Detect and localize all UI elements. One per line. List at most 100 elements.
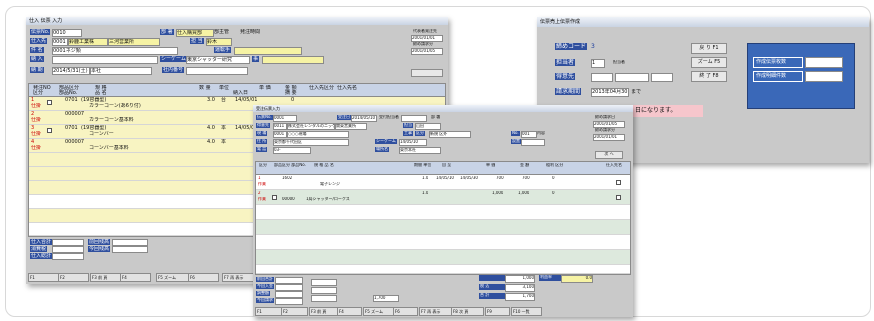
slip-no-field[interactable]: 0001: [273, 115, 297, 122]
fkey-f5[interactable]: F5 ズーム: [156, 273, 189, 282]
supplier-branch-field[interactable]: 三河営業所: [108, 38, 160, 46]
subtotal-field: [311, 279, 337, 286]
row-unit: 本: [221, 139, 227, 145]
side-field-d[interactable]: 2001/01/01: [593, 134, 625, 141]
row-checkbox[interactable]: [616, 180, 621, 185]
site-name-field[interactable]: ○○○現場: [287, 131, 349, 138]
due-date-field[interactable]: 2014/5/31(土): [52, 67, 90, 75]
col-header: 区分: [33, 90, 44, 96]
row-price: 1,000: [492, 191, 504, 195]
row-type: 仕掛: [31, 117, 42, 123]
customer-name-field[interactable]: 株式会社レンタルのニッケン: [287, 123, 335, 130]
internal-no-field[interactable]: [186, 67, 248, 75]
site-code-field[interactable]: 0001: [273, 131, 287, 138]
slip-no-field[interactable]: 0010: [52, 29, 82, 37]
fkey-f5[interactable]: F5 ズーム: [363, 307, 394, 316]
next-button[interactable]: 次 へ: [595, 151, 623, 159]
row-checkbox[interactable]: [47, 128, 52, 133]
row-amount: 700: [522, 176, 530, 180]
exit-button[interactable]: 終 了 F8: [691, 71, 727, 82]
fkey-f1[interactable]: F1: [255, 307, 282, 316]
delivery-field[interactable]: [52, 56, 158, 64]
zoom-button[interactable]: ズーム F5: [691, 57, 727, 68]
row-checkbox[interactable]: [47, 100, 52, 105]
window-titlebar: 受注伝票入力: [253, 105, 633, 112]
fkey-f7[interactable]: F7 再 表示: [419, 307, 452, 316]
side-field-b[interactable]: 2001/01/01: [411, 35, 443, 42]
col-header: 単 価: [486, 163, 496, 167]
work-field[interactable]: [262, 56, 324, 64]
fkey-f2[interactable]: F2: [281, 307, 308, 316]
order-lines-table: 区分 部品区分 部品No. 規 格 品 名 期間 単位 自 至 単 価 金 額 …: [255, 161, 631, 275]
table-row[interactable]: [256, 220, 630, 235]
table-row[interactable]: 1 作業 1602 電子レンジ 1.0 14/05/10 14/05/30 70…: [256, 175, 630, 190]
install-field[interactable]: [521, 139, 545, 146]
total-label-c: 調整額: [256, 291, 270, 296]
discount-field: [311, 287, 337, 294]
staff-field[interactable]: 鈴木: [206, 38, 232, 46]
driver-field[interactable]: [234, 47, 302, 55]
row-code: 000007: [65, 139, 85, 145]
customer-code-field[interactable]: [591, 73, 613, 82]
label-place: 場所名: [375, 147, 389, 152]
table-header: 発注NO 区分 部品区分 部品No. 規 格 品 名 数 量 単位 単 価 納入…: [29, 84, 445, 97]
order-date-field[interactable]: 2014/05/10: [351, 115, 377, 122]
customer-branch-field[interactable]: 関東営業所: [335, 123, 367, 130]
label-grand-total: 合 計: [479, 293, 505, 299]
phone-field[interactable]: 03-: [273, 147, 311, 154]
side-field-d[interactable]: 2001/01/05: [411, 48, 443, 55]
label-customer: 得意先: [555, 73, 576, 81]
fkey-f8[interactable]: F8 次 頁: [451, 307, 484, 316]
row-type: 仕掛: [31, 131, 42, 137]
customer-name-field[interactable]: [615, 73, 649, 82]
table-row[interactable]: 2 作業 00000 1局シャッター/ロークス 1.0 1,000 1,000 …: [256, 190, 630, 205]
row-price: 700: [496, 176, 504, 180]
customer-extra-field[interactable]: [651, 73, 673, 82]
category-field[interactable]: 新規 区外: [429, 131, 471, 138]
staff-field[interactable]: 1: [591, 59, 605, 68]
address-field[interactable]: 東京都千代田区: [273, 139, 349, 146]
row-checkbox[interactable]: [616, 195, 621, 200]
customer-code-field[interactable]: 0011: [273, 123, 287, 130]
fkey-f7[interactable]: F7 再 表示: [222, 273, 255, 282]
row-checkbox[interactable]: [272, 195, 277, 200]
fkey-f3[interactable]: F3 前 頁: [309, 307, 338, 316]
billing-period-field[interactable]: 2013年04月30日: [591, 88, 629, 97]
branch-field[interactable]: 本社: [90, 67, 152, 75]
back-button[interactable]: 戻 り F1: [691, 43, 727, 54]
label-internal-no: 社内番号: [162, 67, 185, 73]
site-field[interactable]: 東京シャッター研究: [186, 56, 250, 64]
fkey-f10[interactable]: F10 一覧: [511, 307, 542, 316]
no-field[interactable]: 001: [521, 131, 537, 138]
table-row[interactable]: [256, 205, 630, 220]
label-slip-count: 作成伝票枚数: [753, 57, 803, 68]
col-header: 品 名: [95, 90, 107, 96]
schedule-field[interactable]: 14/05/10: [399, 139, 427, 146]
fkey-f1[interactable]: F1: [28, 273, 59, 282]
fkey-f4[interactable]: F4: [337, 307, 362, 316]
fkey-f3[interactable]: F3 前 頁: [90, 273, 121, 282]
subject-field[interactable]: 0001ネジ類: [52, 47, 178, 55]
fkey-f2[interactable]: F2: [58, 273, 89, 282]
contact-field[interactable]: 山田: [415, 123, 441, 130]
place-field[interactable]: 東京本社: [399, 147, 441, 154]
total-label-b: 消費税: [30, 246, 48, 252]
side-field-b[interactable]: 2001/01/05: [593, 121, 625, 128]
receiver-field[interactable]: [401, 115, 427, 122]
table-row[interactable]: [256, 265, 630, 274]
order-entry-window: 受注伝票入力 伝票No. 0001 受注日 2014/05/10 受付担当者 部…: [253, 105, 633, 317]
label-schedule: シーケーム: [375, 139, 397, 144]
fkey-f4[interactable]: F4: [120, 273, 151, 282]
fkey-f9[interactable]: F9: [485, 307, 510, 316]
total-label-e: 今回残高: [88, 246, 111, 252]
department-field[interactable]: 仕入購買部: [176, 29, 214, 37]
fkey-f6[interactable]: F6: [393, 307, 418, 316]
fkey-f6[interactable]: F6: [188, 273, 219, 282]
supplier-name-field[interactable]: 鈴鹿工業株: [68, 38, 108, 46]
table-row[interactable]: [256, 235, 630, 250]
table-row[interactable]: [256, 250, 630, 265]
closing-code-value[interactable]: 3: [591, 43, 595, 50]
supplier-code-field[interactable]: 0001: [52, 38, 68, 46]
side-button[interactable]: [411, 69, 443, 77]
profit-rate-field: 0.0: [561, 275, 593, 283]
